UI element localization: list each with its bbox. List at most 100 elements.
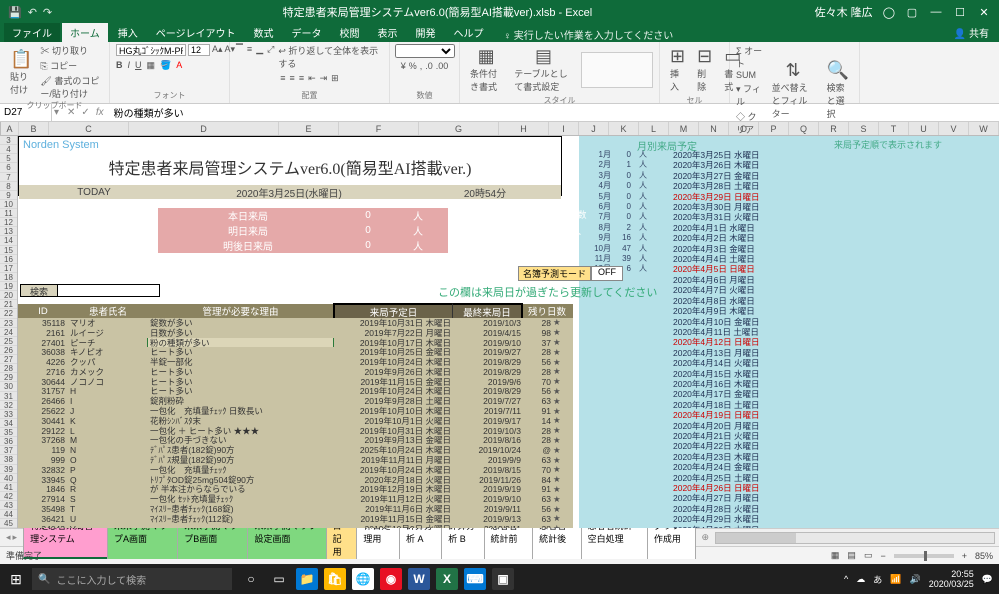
row-header[interactable]: 36: [0, 437, 17, 446]
table-row[interactable]: 32832P一包化 充填量ﾁｪｯｸ2019年10月24日 木曜日2019/8/1…: [18, 465, 573, 475]
minimize-icon[interactable]: —: [929, 6, 943, 18]
col-header[interactable]: K: [609, 122, 639, 135]
table-row[interactable]: 999Oﾃﾞﾊﾟｽ規量(182錠)90方2019年11月11日 月曜日2019/…: [18, 455, 573, 465]
indent-dec-icon[interactable]: ⇤: [308, 73, 316, 84]
row-header[interactable]: 24: [0, 328, 17, 337]
row-header[interactable]: 13: [0, 227, 17, 236]
table-row[interactable]: 4226クッパ半錠一部化2019年10月24日 木曜日2019/8/2956★: [18, 357, 573, 367]
vscode-icon[interactable]: ⌨: [464, 568, 486, 590]
border-button[interactable]: ▦: [147, 60, 156, 71]
table-row[interactable]: 29122L一包化 ＋ ヒート多い ★★★2019年10月31日 木曜日2019…: [18, 426, 573, 436]
table-row[interactable]: 30644ノコノコヒート多い2019年11月15日 金曜日2019/9/670★: [18, 377, 573, 387]
row-header[interactable]: 22: [0, 309, 17, 318]
table-row[interactable]: 27401ピーチ粉の種類が多い2019年10月17日 木曜日2019/9/103…: [18, 338, 573, 348]
share-button[interactable]: 👤 共有: [948, 23, 995, 42]
col-header[interactable]: Q: [789, 122, 819, 135]
horizontal-scrollbar[interactable]: [715, 532, 995, 544]
user-name[interactable]: 佐々木 隆広: [815, 4, 873, 20]
close-icon[interactable]: ✕: [977, 6, 991, 19]
col-header[interactable]: H: [499, 122, 549, 135]
row-header[interactable]: 3: [0, 136, 17, 145]
search-input[interactable]: [57, 285, 159, 296]
start-button[interactable]: ⊞: [0, 571, 32, 588]
table-row[interactable]: 34042V 2019年10月9日 水曜日2019/9/1128★: [18, 524, 573, 528]
table-row[interactable]: 33945QﾄﾘﾌﾟﾀOD錠25mg504錠90方2020年2月18日 火曜日2…: [18, 475, 573, 485]
tray-cloud-icon[interactable]: ☁: [856, 574, 865, 585]
row-header[interactable]: 26: [0, 346, 17, 355]
zoom-in-icon[interactable]: +: [962, 551, 967, 561]
table-row[interactable]: 30441K花粉ｼﾝﾊﾞｽﾀ末2019年10月1日 火曜日2019/9/1714…: [18, 416, 573, 426]
underline-button[interactable]: U: [135, 60, 142, 71]
namebox-dropdown-icon[interactable]: ▾: [52, 107, 61, 118]
align-middle-icon[interactable]: ≡: [247, 44, 252, 70]
table-row[interactable]: 37268M一包化の手づきない2019年9月13日 金曜日2019/8/1628…: [18, 436, 573, 446]
orientation-icon[interactable]: ⤢: [267, 44, 274, 70]
fx-icon[interactable]: fx: [96, 107, 104, 118]
row-header[interactable]: 29: [0, 373, 17, 382]
cell-styles-gallery[interactable]: [581, 52, 653, 88]
currency-icon[interactable]: ¥: [401, 61, 406, 71]
row-header[interactable]: 38: [0, 455, 17, 464]
view-layout-icon[interactable]: ▤: [847, 550, 856, 561]
row-header[interactable]: 19: [0, 282, 17, 291]
view-normal-icon[interactable]: ▦: [831, 550, 840, 561]
percent-icon[interactable]: %: [409, 61, 417, 71]
tab-dev[interactable]: 開発: [408, 23, 444, 42]
col-header[interactable]: A: [1, 122, 19, 135]
row-header[interactable]: 45: [0, 519, 17, 528]
undo-icon[interactable]: ↶: [28, 6, 37, 19]
app-icon[interactable]: ◉: [380, 568, 402, 590]
tab-help[interactable]: ヘルプ: [446, 23, 492, 42]
word-icon[interactable]: W: [408, 568, 430, 590]
tray-clock[interactable]: 20:55 2020/03/25: [929, 569, 974, 589]
app2-icon[interactable]: ▣: [492, 568, 514, 590]
tab-view[interactable]: 表示: [370, 23, 406, 42]
row-header[interactable]: 42: [0, 492, 17, 501]
tab-formulas[interactable]: 数式: [246, 23, 282, 42]
italic-button[interactable]: I: [128, 60, 131, 71]
table-row[interactable]: 1846Rが 半本注からならでいる2019年12月19日 木曜日2019/9/1…: [18, 485, 573, 495]
col-header[interactable]: T: [879, 122, 909, 135]
row-header[interactable]: 10: [0, 200, 17, 209]
row-header[interactable]: 8: [0, 182, 17, 191]
tab-data[interactable]: データ: [284, 23, 330, 42]
row-header[interactable]: 35: [0, 428, 17, 437]
view-pagebreak-icon[interactable]: ▭: [864, 550, 873, 561]
sheet-nav-first-icon[interactable]: ◂: [6, 532, 11, 543]
bold-button[interactable]: B: [116, 60, 123, 71]
table-row[interactable]: 119Nﾃﾞﾊﾟｽ患者(182錠)90方2025年10月24日 木曜日2019/…: [18, 445, 573, 455]
col-header[interactable]: M: [669, 122, 699, 135]
table-row[interactable]: 35118マリオ錠数が多い2019年10月31日 木曜日2019/10/328★: [18, 318, 573, 328]
search-box[interactable]: 検索: [20, 284, 160, 297]
col-header[interactable]: I: [549, 122, 579, 135]
align-right-icon[interactable]: ≡: [299, 73, 304, 84]
table-row[interactable]: 26466I錠剤粉砕2019年9月28日 土曜日2019/7/2763★: [18, 396, 573, 406]
row-header[interactable]: 12: [0, 218, 17, 227]
row-header[interactable]: 6: [0, 163, 17, 172]
row-header[interactable]: 41: [0, 483, 17, 492]
explorer-icon[interactable]: 📁: [296, 568, 318, 590]
merge-button[interactable]: ⊞: [331, 73, 339, 84]
taskview-icon[interactable]: ▭: [268, 568, 290, 590]
col-header[interactable]: P: [759, 122, 789, 135]
number-format-select[interactable]: [395, 44, 455, 58]
tray-up-icon[interactable]: ^: [844, 574, 848, 584]
row-header[interactable]: 34: [0, 419, 17, 428]
fill-color-button[interactable]: 🪣: [160, 60, 171, 71]
tray-volume-icon[interactable]: 🔊: [910, 574, 921, 585]
row-header[interactable]: 44: [0, 510, 17, 519]
cancel-formula-icon[interactable]: ✕: [67, 107, 75, 118]
col-header[interactable]: O: [729, 122, 759, 135]
row-header[interactable]: 20: [0, 291, 17, 300]
col-header[interactable]: D: [129, 122, 279, 135]
font-name-select[interactable]: [116, 44, 186, 56]
row-header[interactable]: 9: [0, 191, 17, 200]
tell-me[interactable]: ♀ 実行したい作業を入力してください: [504, 27, 674, 42]
row-header[interactable]: 33: [0, 410, 17, 419]
table-row[interactable]: 27914S一包化 ｾｯﾄ充填量ﾁｪｯｸ2019年11月12日 火曜日2019/…: [18, 494, 573, 504]
inc-decimal-icon[interactable]: .0: [425, 61, 433, 71]
table-row[interactable]: 2716カメックヒート多い2019年9月26日 木曜日2019/8/2928★: [18, 367, 573, 377]
tab-layout[interactable]: ページレイアウト: [148, 23, 244, 42]
col-header[interactable]: E: [279, 122, 339, 135]
row-header[interactable]: 15: [0, 246, 17, 255]
